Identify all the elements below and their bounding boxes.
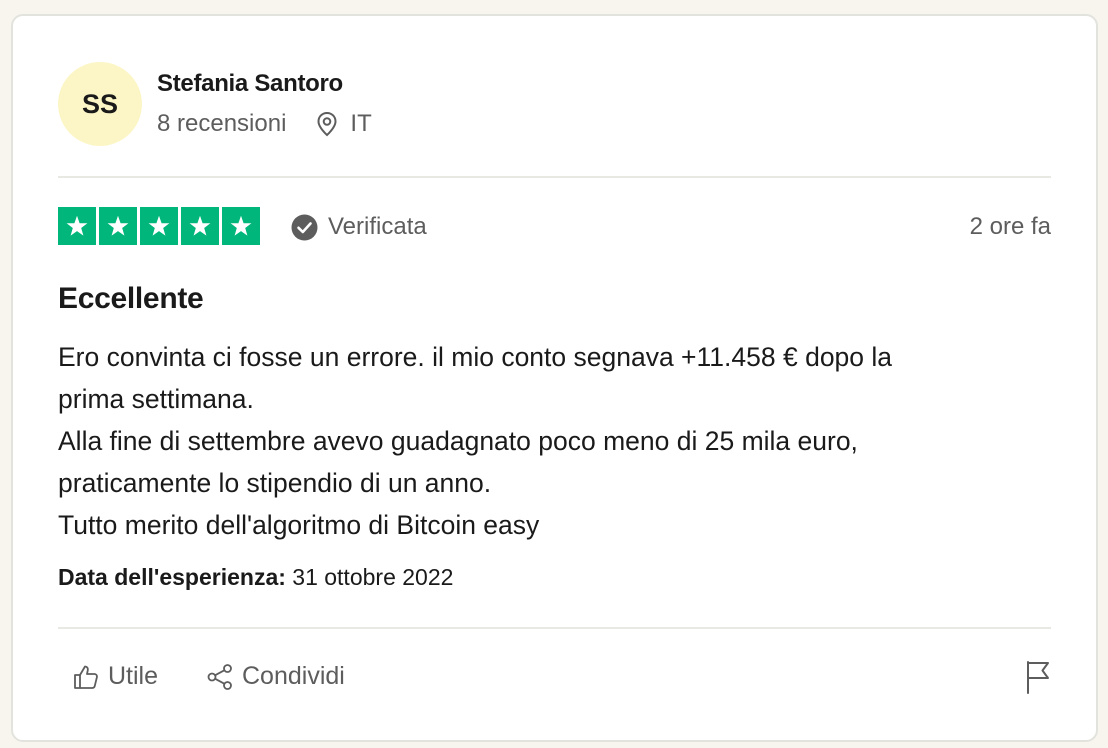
star-icon xyxy=(140,207,178,245)
share-icon xyxy=(207,663,232,690)
useful-label: Utile xyxy=(108,662,159,690)
useful-button[interactable]: Utile xyxy=(72,662,158,691)
experience-date-label: Data dell'esperienza: xyxy=(58,564,286,590)
review-actions: Utile Condividi xyxy=(58,658,1051,702)
share-label: Condividi xyxy=(242,662,345,690)
experience-date: Data dell'esperienza: 31 ottobre 2022 xyxy=(58,564,453,591)
reviewer-location: IT xyxy=(316,110,372,138)
experience-date-value: 31 ottobre 2022 xyxy=(285,564,454,590)
verified-label: Verificata xyxy=(328,213,427,240)
star-icon xyxy=(58,207,96,245)
reviewer-header: SS Stefania Santoro 8 recensioni IT xyxy=(58,62,1051,148)
divider xyxy=(58,176,1051,178)
review-time: 2 ore fa xyxy=(969,213,1051,240)
rating-row: Verificata 2 ore fa xyxy=(58,207,1051,247)
report-button[interactable] xyxy=(1025,660,1051,699)
review-line: Tutto merito dell'algoritmo di Bitcoin e… xyxy=(58,510,540,540)
review-count: 8 recensioni xyxy=(157,110,287,137)
review-line: praticamente lo stipendio di un anno. xyxy=(58,468,492,498)
review-card: SS Stefania Santoro 8 recensioni IT Veri… xyxy=(11,14,1098,742)
check-circle-icon xyxy=(291,214,318,240)
star-icon xyxy=(99,207,137,245)
star-rating xyxy=(58,207,263,245)
star-icon xyxy=(222,207,260,245)
location-pin-icon xyxy=(317,111,337,137)
reviewer-name[interactable]: Stefania Santoro xyxy=(157,70,343,98)
country-code: IT xyxy=(350,110,372,137)
verified-badge[interactable]: Verificata xyxy=(291,213,427,241)
star-icon xyxy=(181,207,219,245)
review-body: Ero convinta ci fosse un errore. il mio … xyxy=(58,336,1058,546)
flag-icon xyxy=(1027,661,1049,694)
thumbs-up-icon xyxy=(74,665,98,689)
avatar[interactable]: SS xyxy=(58,62,142,146)
reviewer-meta: 8 recensioni IT xyxy=(157,110,372,138)
review-line: Alla fine di settembre avevo guadagnato … xyxy=(58,426,858,456)
divider xyxy=(58,627,1051,629)
share-button[interactable]: Condividi xyxy=(206,662,345,691)
review-line: prima settimana. xyxy=(58,384,254,414)
review-title[interactable]: Eccellente xyxy=(58,282,204,316)
review-line: Ero convinta ci fosse un errore. il mio … xyxy=(58,342,893,372)
